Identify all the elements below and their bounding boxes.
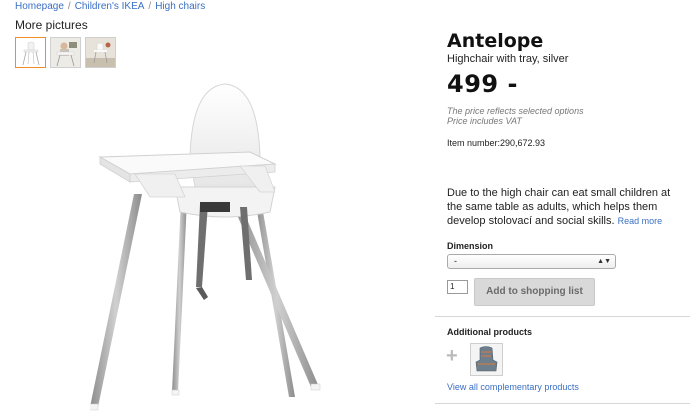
price-note: The price reflects selected options xyxy=(447,106,584,116)
highchair-room-thumbnail-image xyxy=(86,38,115,67)
highchair-thumbnail-image xyxy=(16,38,45,67)
thumbnail-strip xyxy=(15,37,116,68)
dimension-label: Dimension xyxy=(447,241,494,251)
breadcrumb: Homepage / Children's IKEA / High chairs xyxy=(15,1,205,12)
product-description: Due to the high chair can eat small chil… xyxy=(447,186,687,228)
add-to-shopping-list-button[interactable]: Add to shopping list xyxy=(474,278,595,306)
read-more-link[interactable]: Read more xyxy=(618,216,663,226)
main-product-image xyxy=(90,83,321,411)
thumbnail-highchair-with-child[interactable] xyxy=(50,37,81,68)
plus-icon: + xyxy=(446,345,458,367)
breadcrumb-separator: / xyxy=(148,1,152,12)
breadcrumb-separator: / xyxy=(67,1,71,12)
additional-products-label: Additional products xyxy=(447,327,532,337)
divider xyxy=(435,316,690,317)
dimension-value: - xyxy=(454,256,457,266)
item-number: Item number:290,672.93 xyxy=(447,138,546,148)
breadcrumb-homepage[interactable]: Homepage xyxy=(15,1,64,12)
product-subtitle: Highchair with tray, silver xyxy=(447,53,569,65)
cushion-icon xyxy=(471,344,502,375)
additional-product-cushion[interactable] xyxy=(470,343,503,376)
thumbnail-highchair-front[interactable] xyxy=(15,37,46,68)
dimension-select[interactable]: - ▲▼ xyxy=(447,254,616,269)
thumbnail-highchair-in-room[interactable] xyxy=(85,37,116,68)
highchair-child-thumbnail-image xyxy=(51,38,80,67)
product-info: Antelope Highchair with tray, silver 499… xyxy=(447,30,672,148)
divider xyxy=(435,403,690,404)
product-price: 499 - xyxy=(447,70,518,98)
vat-note: Price includes VAT xyxy=(447,116,522,126)
breadcrumb-high-chairs[interactable]: High chairs xyxy=(155,1,205,12)
quantity-input[interactable]: 1 xyxy=(447,280,468,294)
more-pictures-label: More pictures xyxy=(15,18,88,32)
view-all-complementary-link[interactable]: View all complementary products xyxy=(447,382,579,392)
select-arrows-icon: ▲▼ xyxy=(597,258,611,265)
breadcrumb-childrens-ikea[interactable]: Children's IKEA xyxy=(75,1,145,12)
product-title: Antelope xyxy=(447,30,544,52)
